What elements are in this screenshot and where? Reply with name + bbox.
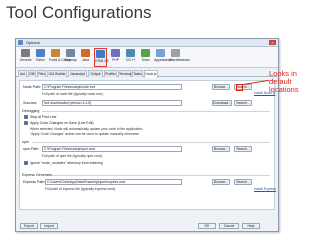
toolbar-label: General: [19, 58, 32, 62]
sources-download-button[interactable]: Download...: [212, 100, 232, 106]
tab-diff[interactable]: Diff: [28, 70, 36, 77]
debugging-divider: [42, 111, 270, 112]
php-icon: [111, 49, 120, 57]
debugging-header: Debugging: [22, 109, 40, 113]
node-path-input[interactable]: C:\Program Files\nodejs\node.exe: [42, 84, 182, 90]
tab-terminal[interactable]: Terminal: [118, 70, 131, 77]
toolbar-team[interactable]: Team: [139, 48, 152, 67]
dialog-title: Options: [26, 40, 40, 45]
express-path-label: Express Path:: [23, 180, 46, 184]
tab-gui-builder[interactable]: GUI Builder: [47, 70, 67, 77]
tab-tasks[interactable]: Tasks: [132, 70, 143, 77]
npm-path-label: npm Path:: [23, 147, 40, 151]
toolbar-label: Team: [141, 58, 150, 62]
npm-browse-button[interactable]: Browse...: [212, 146, 230, 152]
npm-path-input[interactable]: C:\Program Files\nodejs\npm.cmd: [42, 146, 182, 152]
tab-files[interactable]: Files: [37, 70, 46, 77]
toolbar-label: Editor: [36, 58, 45, 62]
sources-search-button[interactable]: Search...: [234, 100, 252, 106]
slide-title: Tool Configurations: [6, 3, 152, 22]
nodejs-settings-panel: Node Path: C:\Program Files\nodejs\node.…: [19, 80, 276, 210]
ok-button[interactable]: OK: [198, 223, 216, 229]
toolbar-label: PHP: [112, 58, 119, 62]
misc-icon: [171, 49, 180, 57]
tab-output[interactable]: Output: [88, 70, 103, 77]
ignore-node-modules-label: Ignore "node_modules" directory from ind…: [30, 161, 103, 165]
toolbar-keymap[interactable]: Keymap: [64, 48, 77, 67]
tab-strip: Ant Diff Files GUI Builder Javascript Output P…: [16, 70, 278, 78]
html-js-icon: [96, 50, 105, 58]
toolbar-fonts-colors[interactable]: Fonts & Colors: [49, 48, 71, 67]
sources-input[interactable]: Not downloaded (version 4.4.5): [42, 100, 182, 106]
npm-divider: [32, 142, 270, 143]
express-header: Express Generator: [22, 173, 53, 177]
toolbar-misc[interactable]: Miscellaneous: [169, 48, 190, 67]
express-divider: [52, 175, 270, 176]
node-browse-button[interactable]: Browse...: [212, 84, 230, 90]
cpp-icon: [126, 49, 135, 57]
live-edit-note: When selected, Node will automatically u…: [30, 127, 144, 131]
toolbar-general[interactable]: General: [19, 48, 32, 67]
express-path-hint: Full path of express file (typically exp…: [45, 187, 117, 191]
editor-icon: [36, 49, 45, 57]
live-edit-label: Apply Code Changes on Save (Live Edit): [30, 121, 94, 125]
npm-search-button[interactable]: Search...: [234, 146, 252, 152]
install-express-link[interactable]: Install Express: [254, 187, 276, 191]
toolbar-java[interactable]: Java: [79, 48, 92, 67]
options-dialog: Options × General Editor Fonts & Colors Key…: [15, 38, 279, 232]
tab-node-js[interactable]: Node.js: [144, 70, 158, 78]
toolbar-label: C/C++: [125, 58, 136, 62]
general-icon: [21, 49, 30, 57]
toolbar-label: Java: [82, 58, 89, 62]
express-search-button[interactable]: Search...: [234, 179, 252, 185]
toolbar-label: Appearance: [154, 58, 172, 62]
toolbar-cpp[interactable]: C/C++: [124, 48, 137, 67]
stop-first-line-label: Stop at First Line: [30, 115, 57, 119]
highlight-box: [236, 84, 243, 91]
toolbar-label: Keymap: [64, 58, 77, 62]
toolbar-label: Miscellaneous: [169, 58, 190, 62]
express-browse-button[interactable]: Browse...: [212, 179, 230, 185]
export-button[interactable]: Export: [20, 223, 38, 229]
toolbar-php[interactable]: PHP: [109, 48, 122, 67]
npm-path-hint: Full path of npm file (typically npm.cmd…: [42, 154, 103, 158]
tab-profiler[interactable]: Profiler: [104, 70, 117, 77]
appearance-icon: [156, 49, 165, 57]
import-button[interactable]: Import: [40, 223, 58, 229]
node-path-hint: Full path of node file (typically node.e…: [42, 92, 104, 96]
category-toolbar: General Editor Fonts & Colors Keymap Java HTM…: [16, 47, 278, 68]
dialog-titlebar: Options ×: [16, 39, 278, 47]
sources-label: Sources:: [23, 101, 38, 105]
team-icon: [141, 49, 150, 57]
app-icon: [18, 40, 23, 45]
tab-javascript[interactable]: Javascript: [68, 70, 87, 77]
tab-ant[interactable]: Ant: [18, 70, 27, 77]
toolbar-label: HTML/JS: [95, 59, 109, 63]
callout-line-text: locations: [269, 85, 299, 94]
java-icon: [81, 49, 90, 57]
keymap-icon: [66, 49, 75, 57]
node-path-label: Node Path:: [23, 85, 41, 89]
help-button[interactable]: Help: [242, 223, 260, 229]
apply-changes-note: "Apply Code Changes" action can be used …: [30, 132, 140, 136]
express-path-input[interactable]: C:\Users\Chris\AppData\Roaming\npm\expre…: [45, 179, 182, 185]
callout-annotation: Looks in default locations: [269, 70, 299, 94]
live-edit-checkbox[interactable]: [24, 121, 28, 125]
toolbar-editor[interactable]: Editor: [34, 48, 47, 67]
toolbar-appearance[interactable]: Appearance: [154, 48, 172, 67]
fonts-colors-icon: [51, 49, 60, 57]
stop-first-line-checkbox[interactable]: [24, 115, 28, 119]
close-icon[interactable]: ×: [269, 40, 276, 45]
cancel-button[interactable]: Cancel: [219, 223, 239, 229]
ignore-node-modules-checkbox[interactable]: [24, 161, 28, 165]
toolbar-label: Fonts & Colors: [49, 58, 71, 62]
toolbar-html-js[interactable]: HTML/JS: [94, 48, 109, 67]
npm-header: npm: [22, 140, 29, 144]
